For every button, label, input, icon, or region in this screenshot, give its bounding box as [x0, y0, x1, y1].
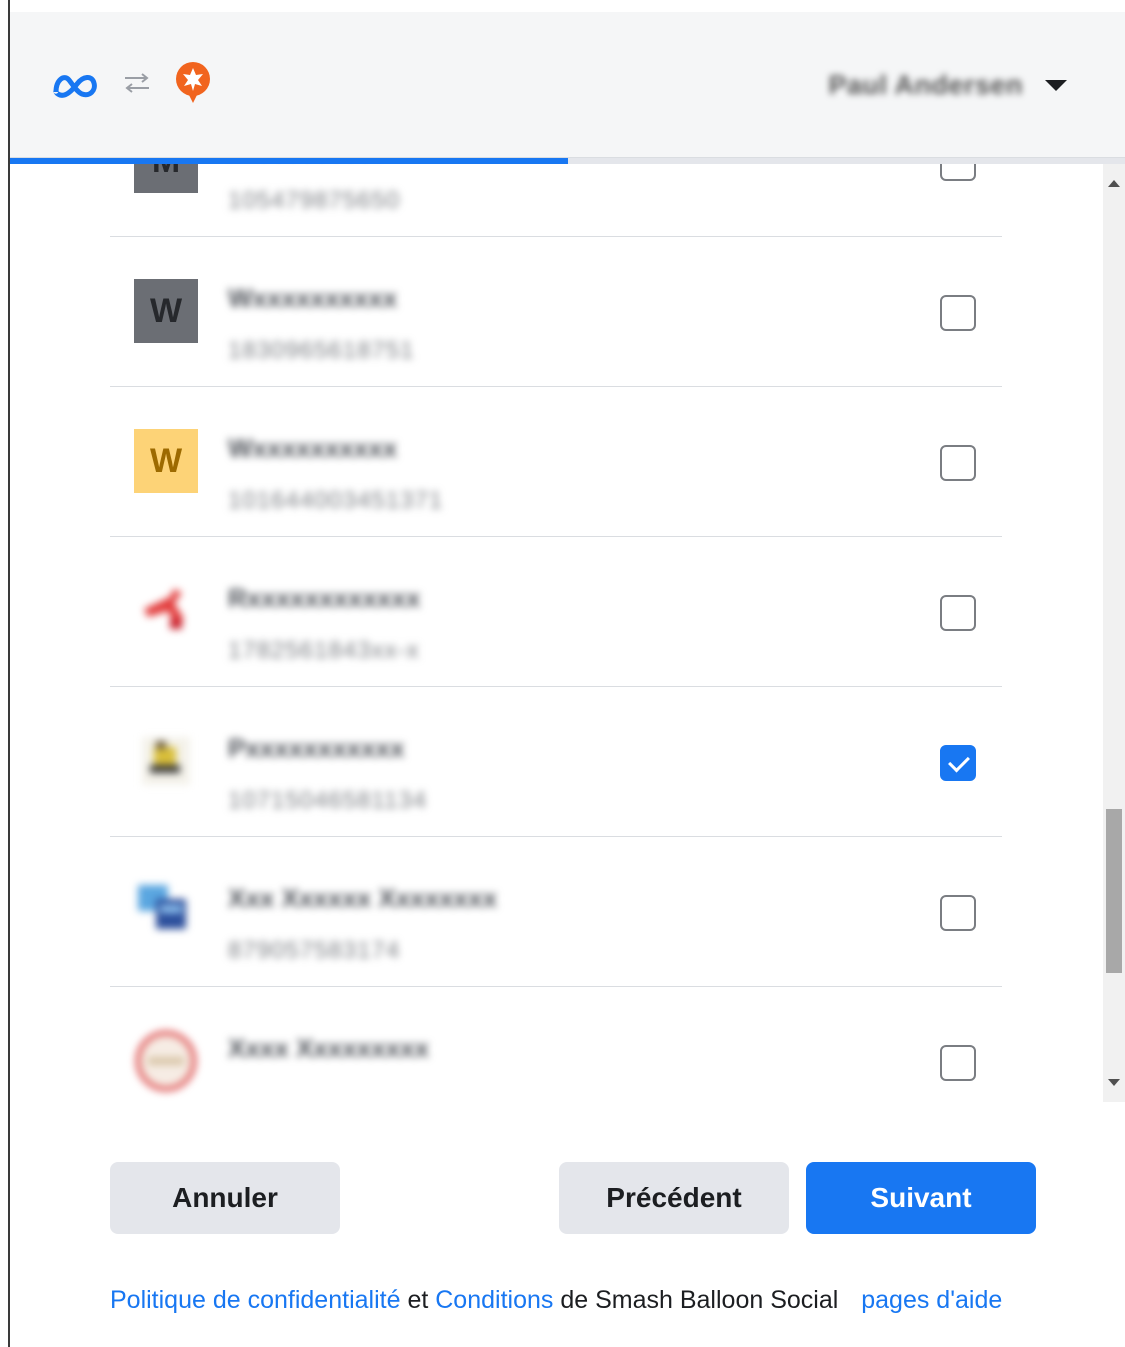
- page-select-checkbox[interactable]: [940, 1045, 976, 1081]
- page-name: Xxx Xxxxxx Xxxxxxxx: [228, 883, 497, 913]
- terms-link[interactable]: Conditions: [435, 1286, 553, 1314]
- page-row[interactable]: Pxxxxxxxxxxx 10715046581134: [110, 687, 1002, 837]
- scrollbar[interactable]: [1103, 164, 1125, 1102]
- page-id: 1782561843xx-x: [228, 637, 420, 664]
- page-select-checkbox[interactable]: [940, 895, 976, 931]
- page-name: Xxxx Xxxxxxxxx: [228, 1033, 429, 1063]
- page-id: 105479875650: [228, 187, 401, 214]
- help-pages-link[interactable]: pages d'aide: [861, 1286, 1002, 1314]
- meta-logo-icon: [50, 70, 100, 100]
- scrollbar-thumb[interactable]: [1106, 809, 1122, 973]
- page-name: Wxxxxxxxxxx: [228, 283, 398, 313]
- footer-legal: Politique de confidentialité et Conditio…: [110, 1286, 1002, 1315]
- page-row[interactable]: MMxxxxxxxxx105479875650: [110, 164, 1002, 237]
- footer-of-text: de Smash Balloon Social: [560, 1286, 839, 1314]
- page-row[interactable]: W Wxxxxxxxxxx 1830965618751: [110, 237, 1002, 387]
- page-avatar: W: [134, 279, 198, 343]
- page-select-checkbox[interactable]: [940, 295, 976, 331]
- smash-balloon-icon: [174, 61, 212, 110]
- page-select-checkbox[interactable]: [940, 595, 976, 631]
- page-avatar: [134, 1029, 198, 1093]
- user-menu[interactable]: Paul Andersen: [828, 70, 1067, 101]
- page-name: Rxxxxxxxxxxxx: [228, 583, 421, 613]
- dialog-header: Paul Andersen: [10, 12, 1125, 158]
- scroll-up-arrow-icon[interactable]: [1108, 180, 1120, 187]
- page-name: Pxxxxxxxxxxx: [228, 733, 405, 763]
- page-row[interactable]: W Wxxxxxxxxxx 101644003451371: [110, 387, 1002, 537]
- page-avatar: [134, 729, 198, 793]
- page-id: 1830965618751: [228, 337, 415, 364]
- scroll-down-arrow-icon[interactable]: [1108, 1079, 1120, 1086]
- caret-down-icon: [1045, 80, 1067, 91]
- page-id: 101644003451371: [228, 487, 444, 514]
- header-icons: [50, 61, 212, 110]
- page-avatar: [134, 579, 198, 643]
- page-row[interactable]: Xxxx Xxxxxxxxx: [110, 987, 1002, 1102]
- page-name: Wxxxxxxxxxx: [228, 433, 398, 463]
- page-list: MMxxxxxxxxx105479875650 W Wxxxxxxxxxx 18309…: [10, 164, 1103, 1102]
- switch-accounts-icon[interactable]: [122, 72, 152, 99]
- user-name: Paul Andersen: [828, 70, 1023, 100]
- page-id: 879057583174: [228, 937, 401, 964]
- privacy-policy-link[interactable]: Politique de confidentialité: [110, 1286, 400, 1314]
- next-button[interactable]: Suivant: [806, 1162, 1036, 1234]
- page-row[interactable]: Xxx Xxxxxx Xxxxxxxx 879057583174: [110, 837, 1002, 987]
- page-select-checkbox[interactable]: [940, 445, 976, 481]
- page-row[interactable]: Rxxxxxxxxxxxx 1782561843xx-x: [110, 537, 1002, 687]
- page-avatar: W: [134, 429, 198, 493]
- page-select-checkbox[interactable]: [940, 164, 976, 181]
- cancel-button[interactable]: Annuler: [110, 1162, 340, 1234]
- page-select-checkbox[interactable]: [940, 745, 976, 781]
- previous-button[interactable]: Précédent: [559, 1162, 789, 1234]
- footer-and-text: et: [407, 1286, 429, 1314]
- page-avatar: M: [134, 164, 198, 193]
- page-id: 10715046581134: [228, 787, 428, 814]
- page-avatar: [134, 879, 198, 943]
